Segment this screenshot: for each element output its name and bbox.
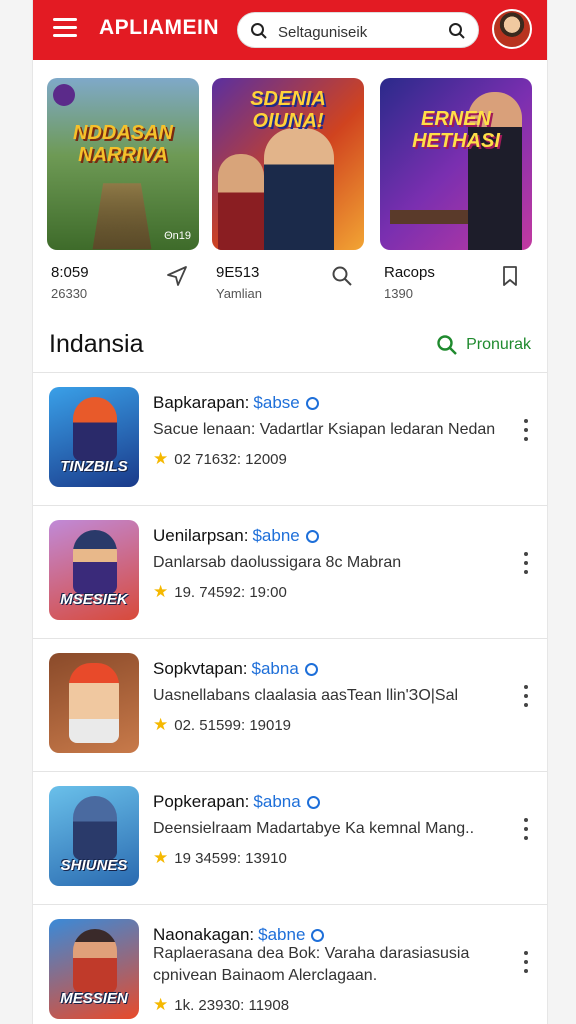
- user-avatar[interactable]: [492, 9, 532, 49]
- search-icon: [437, 335, 457, 355]
- app-name: Sopkvtapan:: [153, 659, 248, 678]
- app-name: Popkerapan:: [153, 792, 250, 811]
- star-icon: ★: [153, 582, 169, 601]
- app-name: Bapkarapan:: [153, 393, 250, 412]
- app-name: Uenilarpsan:: [153, 526, 249, 545]
- more-options-icon[interactable]: [523, 552, 529, 574]
- list-item[interactable]: SHIUNES Popkerapan: $abna Deensielraam Ma…: [33, 772, 547, 905]
- app-tag: $abse: [253, 393, 300, 412]
- featured-thumbnail[interactable]: NDDASAN NARRIVA Θn19: [47, 78, 199, 250]
- search-icon[interactable]: [330, 264, 354, 288]
- app-description: Raplaerasana dea Bok: Varaha darasiasusi…: [153, 945, 470, 984]
- featured-carousel: NDDASAN NARRIVA Θn19 8:059 26330 SDENIA …: [47, 78, 537, 308]
- app-name-line: Popkerapan: $abna: [153, 792, 320, 812]
- game-badge-icon: [53, 84, 75, 106]
- verified-icon: [305, 530, 319, 543]
- app-stats: ★ 02 71632: 12009: [153, 449, 287, 468]
- app-icon: TINZBILS: [49, 387, 139, 487]
- star-icon: ★: [153, 848, 169, 867]
- thumbnail-title: SDENIA OIUNA!: [250, 88, 326, 132]
- star-icon: ★: [153, 715, 169, 734]
- list-item[interactable]: MESSIEN Naonakagan: $abne Raplaerasana de…: [33, 905, 547, 1024]
- app-name-line: Sopkvtapan: $abna: [153, 659, 318, 679]
- app-name: Naonakagan:: [153, 925, 255, 944]
- card-subtitle: 26330: [51, 286, 88, 301]
- app-tag: $abne: [252, 526, 300, 545]
- app-description: Danlarsab daolussigara 8c Mabran: [153, 554, 402, 571]
- verified-icon: [306, 796, 320, 809]
- thumbnail-tag: Θn19: [164, 230, 191, 242]
- app-stats: ★ 02. 51599: 19019: [153, 715, 292, 734]
- more-options-icon[interactable]: [523, 419, 529, 441]
- app-description: Deensielraam Madartabye Ka kemnal Mang..: [153, 820, 475, 837]
- featured-card[interactable]: NDDASAN NARRIVA Θn19 8:059 26330: [47, 78, 199, 308]
- search-input[interactable]: [276, 21, 440, 43]
- card-title: 8:059: [51, 264, 89, 281]
- more-options-icon[interactable]: [523, 951, 529, 973]
- more-options-icon[interactable]: [523, 685, 529, 707]
- app-icon: MESSIEN: [49, 919, 139, 1019]
- send-icon[interactable]: [165, 264, 189, 288]
- search-submit-icon[interactable]: [448, 22, 466, 40]
- thumbnail-title: ERNEN HETHASI: [412, 108, 500, 152]
- app-name-line: Uenilarpsan: $abne: [153, 526, 319, 546]
- app-brand: APLIAMEIN: [99, 16, 219, 39]
- more-options-icon[interactable]: [523, 818, 529, 840]
- card-title: 9E513: [216, 264, 260, 281]
- bookmark-icon[interactable]: [498, 264, 522, 288]
- featured-thumbnail[interactable]: ERNEN HETHASI: [380, 78, 532, 250]
- featured-thumbnail[interactable]: SDENIA OIUNA!: [212, 78, 364, 250]
- app-icon: [49, 653, 139, 753]
- featured-card[interactable]: SDENIA OIUNA! 9E513 Yamlian: [212, 78, 364, 308]
- star-icon: ★: [153, 995, 169, 1014]
- app-tag: $abne: [258, 925, 306, 944]
- app-name-line: Bapkarapan: $abse: [153, 393, 319, 413]
- verified-icon: [305, 397, 319, 410]
- app-list: TINZBILS Bapkarapan: $abse Sacue lenaan: …: [33, 372, 547, 1024]
- verified-icon: [311, 929, 325, 942]
- thumbnail-title: NDDASAN NARRIVA: [73, 122, 173, 166]
- list-item[interactable]: MSESIEK Uenilarpsan: $abne Danlarsab daol…: [33, 506, 547, 639]
- list-item[interactable]: Sopkvtapan: $abna Uasnellabans claalasia …: [33, 639, 547, 772]
- app-tag: $abna: [253, 792, 301, 811]
- hamburger-menu-icon[interactable]: [53, 18, 77, 38]
- section-action-label: Pronurak: [466, 336, 531, 353]
- app-description: Sacue lenaan: Vadartlar Ksiapan ledaran …: [153, 421, 496, 438]
- search-icon: [251, 23, 267, 39]
- app-frame: APLIAMEIN NDDASAN NARRIVA Θn19 8:059 263…: [32, 0, 548, 1024]
- app-stats: ★ 1k. 23930: 11908: [153, 995, 290, 1014]
- top-app-bar: APLIAMEIN: [33, 0, 547, 60]
- app-description: Uasnellabans claalasia aasTean llin'ЗO|S…: [153, 687, 459, 704]
- verified-icon: [304, 663, 318, 676]
- app-icon: MSESIEK: [49, 520, 139, 620]
- card-subtitle: 1390: [384, 286, 413, 301]
- section-action-button[interactable]: Pronurak: [437, 335, 531, 355]
- app-stats: ★ 19. 74592: 19:00: [153, 582, 287, 601]
- card-title: Racops: [384, 264, 435, 281]
- section-title: Indansia: [49, 330, 144, 358]
- app-tag: $abna: [251, 659, 299, 678]
- card-subtitle: Yamlian: [216, 286, 263, 301]
- app-name-line: Naonakagan: $abne: [153, 925, 325, 945]
- featured-card[interactable]: ERNEN HETHASI Racops 1390: [380, 78, 532, 308]
- app-icon: SHIUNES: [49, 786, 139, 886]
- star-icon: ★: [153, 449, 169, 468]
- list-item[interactable]: TINZBILS Bapkarapan: $abse Sacue lenaan: …: [33, 372, 547, 506]
- app-stats: ★ 19 34599: 13910: [153, 848, 287, 867]
- search-bar[interactable]: [237, 12, 479, 48]
